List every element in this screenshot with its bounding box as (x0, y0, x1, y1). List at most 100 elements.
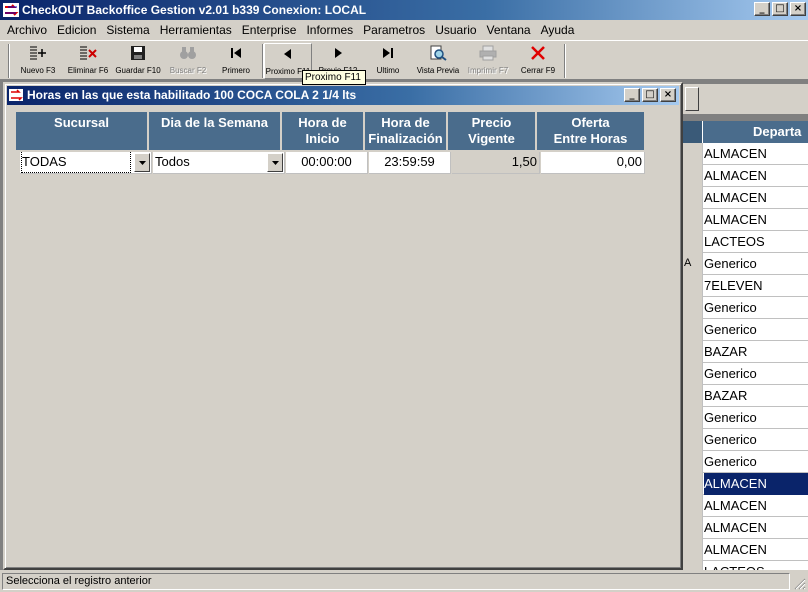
buscar-button[interactable]: Buscar F2 (166, 43, 210, 79)
background-products-grid[interactable]: Departa ALMACEN ALMACEN ALMACEN ALMACEN LACT… (683, 121, 808, 570)
table-row[interactable]: ALMACEN (683, 143, 808, 165)
sucursal-value: TODAS (21, 152, 131, 173)
table-row[interactable]: ALMACEN (683, 187, 808, 209)
sucursal-combo[interactable]: TODAS (20, 152, 152, 174)
table-row[interactable]: BAZAR (683, 385, 808, 407)
window-icon (9, 89, 23, 101)
menu-bar: Archivo Edicion Sistema Herramientas Ent… (0, 20, 808, 40)
departamento-cell[interactable]: BAZAR (704, 341, 808, 363)
departamento-cell[interactable]: LACTEOS (704, 561, 808, 570)
child-minimize-button[interactable]: _ (624, 88, 640, 102)
primero-button[interactable]: Primero (216, 43, 256, 79)
departamento-cell[interactable]: 7ELEVEN (704, 275, 808, 297)
resize-grip-icon[interactable] (794, 578, 806, 590)
cerrar-button[interactable]: Cerrar F9 (516, 43, 560, 79)
table-row[interactable]: Generico (683, 451, 808, 473)
table-row[interactable]: Generico (683, 319, 808, 341)
departamento-cell[interactable]: LACTEOS (704, 231, 808, 253)
table-row[interactable]: A Generico (683, 253, 808, 275)
child-window-title: Horas en las que esta habilitado 100 COC… (27, 88, 357, 102)
dia-semana-value: Todos (155, 154, 190, 169)
precio-vigente-cell: 1,50 (452, 152, 540, 174)
chevron-down-icon (271, 160, 279, 165)
grid-header[interactable]: Departa (683, 121, 808, 143)
table-row[interactable]: ALMACEN (683, 473, 808, 495)
menu-informes[interactable]: Informes (301, 23, 358, 37)
imprimir-button[interactable]: Imprimir F7 (464, 43, 512, 79)
menu-usuario[interactable]: Usuario (430, 23, 481, 37)
column-header-hora-fin[interactable]: Hora de Finalización (365, 112, 447, 150)
menu-sistema[interactable]: Sistema (101, 23, 154, 37)
menu-ayuda[interactable]: Ayuda (536, 23, 580, 37)
dia-semana-combo[interactable]: Todos (153, 152, 285, 174)
table-row[interactable]: ALMACEN (683, 517, 808, 539)
schedule-grid[interactable]: Sucursal Dia de la Semana Hora de Inicio… (16, 112, 646, 177)
menu-edicion[interactable]: Edicion (52, 23, 101, 37)
departamento-cell[interactable]: Generico (704, 363, 808, 385)
close-button[interactable]: × (790, 2, 806, 16)
column-header-hora-inicio[interactable]: Hora de Inicio (282, 112, 364, 150)
departamento-cell[interactable]: ALMACEN (704, 473, 808, 495)
departamento-cell[interactable]: ALMACEN (704, 517, 808, 539)
departamento-cell[interactable]: Generico (704, 253, 808, 275)
departamento-cell[interactable]: Generico (704, 451, 808, 473)
departamento-cell[interactable]: Generico (704, 319, 808, 341)
last-record-icon (383, 48, 393, 58)
toolbar: Nuevo F3 Eliminar F6 Guardar F10 Buscar … (0, 40, 808, 80)
app-icon (3, 3, 19, 17)
menu-archivo[interactable]: Archivo (2, 23, 52, 37)
eliminar-button[interactable]: Eliminar F6 (64, 43, 112, 79)
hora-inicio-cell[interactable]: 00:00:00 (286, 152, 368, 174)
column-header-departamento[interactable]: Departa (753, 124, 801, 139)
child-window-title-bar[interactable]: Horas en las que esta habilitado 100 COC… (7, 86, 679, 105)
guardar-button[interactable]: Guardar F10 (114, 43, 162, 79)
departamento-cell[interactable]: ALMACEN (704, 209, 808, 231)
column-header-oferta[interactable]: Oferta Entre Horas (537, 112, 645, 150)
column-header-dia-semana[interactable]: Dia de la Semana (149, 112, 281, 150)
departamento-cell[interactable]: BAZAR (704, 385, 808, 407)
nuevo-button[interactable]: Nuevo F3 (16, 43, 60, 79)
table-row[interactable]: LACTEOS (683, 561, 808, 570)
table-row[interactable]: ALMACEN (683, 495, 808, 517)
row-indicator (683, 429, 703, 451)
departamento-cell[interactable]: Generico (704, 297, 808, 319)
child-close-button[interactable]: × (660, 88, 676, 102)
app-title-bar[interactable]: CheckOUT Backoffice Gestion v2.01 b339 C… (0, 0, 808, 20)
background-window-button[interactable] (685, 87, 699, 111)
table-row[interactable]: Generico (683, 363, 808, 385)
departamento-cell[interactable]: Generico (704, 407, 808, 429)
menu-herramientas[interactable]: Herramientas (155, 23, 237, 37)
table-row[interactable]: 7ELEVEN (683, 275, 808, 297)
column-header-sucursal[interactable]: Sucursal (16, 112, 148, 150)
menu-ventana[interactable]: Ventana (482, 23, 536, 37)
departamento-cell[interactable]: ALMACEN (704, 495, 808, 517)
menu-parametros[interactable]: Parametros (358, 23, 430, 37)
row-indicator (683, 561, 703, 570)
table-row[interactable]: ALMACEN (683, 539, 808, 561)
delete-record-icon (80, 46, 97, 60)
ultimo-button[interactable]: Ultimo (368, 43, 408, 79)
child-maximize-button[interactable]: □ (642, 88, 658, 102)
minimize-button[interactable]: _ (754, 2, 770, 16)
menu-enterprise[interactable]: Enterprise (237, 23, 302, 37)
table-row[interactable]: BAZAR (683, 341, 808, 363)
vista-previa-button[interactable]: Vista Previa (414, 43, 462, 79)
departamento-cell[interactable]: ALMACEN (704, 165, 808, 187)
table-row[interactable]: LACTEOS (683, 231, 808, 253)
departamento-cell[interactable]: ALMACEN (704, 143, 808, 165)
departamento-cell[interactable]: Generico (704, 429, 808, 451)
table-row[interactable]: Generico (683, 297, 808, 319)
maximize-button[interactable]: □ (772, 2, 788, 16)
oferta-cell[interactable]: 0,00 (541, 152, 645, 174)
toolbar-separator (564, 44, 566, 78)
table-row[interactable]: Generico (683, 429, 808, 451)
departamento-cell[interactable]: ALMACEN (704, 187, 808, 209)
departamento-cell[interactable]: ALMACEN (704, 539, 808, 561)
sucursal-dropdown-button[interactable] (134, 153, 150, 172)
dia-semana-dropdown-button[interactable] (267, 153, 283, 172)
column-header-precio-vigente[interactable]: Precio Vigente (448, 112, 536, 150)
table-row[interactable]: ALMACEN (683, 209, 808, 231)
table-row[interactable]: ALMACEN (683, 165, 808, 187)
hora-fin-cell[interactable]: 23:59:59 (369, 152, 451, 174)
table-row[interactable]: Generico (683, 407, 808, 429)
